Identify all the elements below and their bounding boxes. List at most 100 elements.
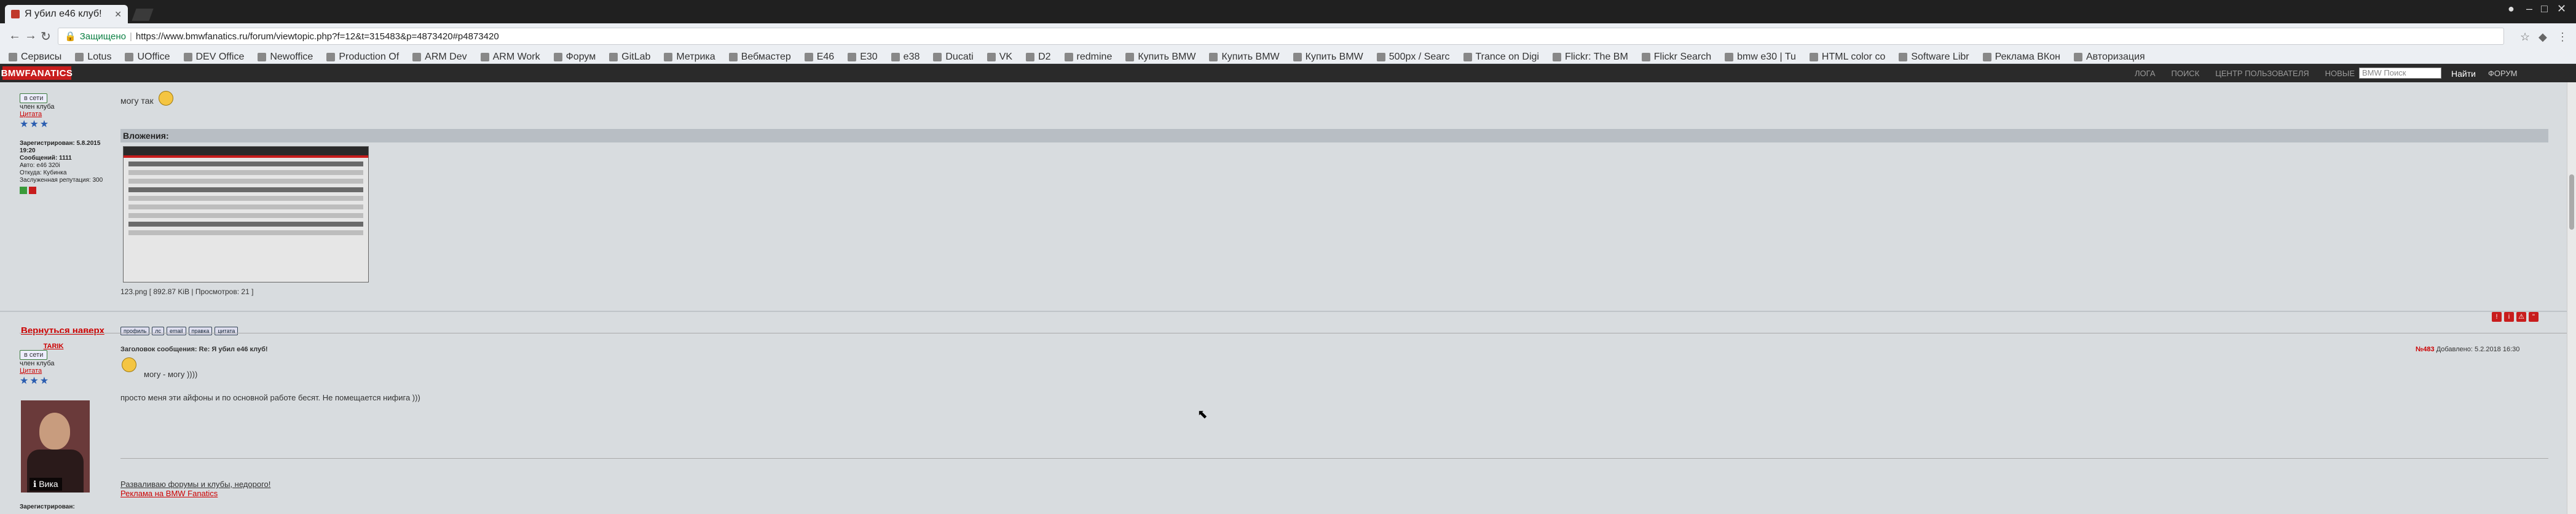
bookmark-label: Newoffice <box>270 51 313 62</box>
forward-icon[interactable]: → <box>25 29 37 43</box>
bookmark-item[interactable]: Купить BMW <box>1125 52 1195 63</box>
site-search-input[interactable]: BMW Поиск <box>2359 68 2441 79</box>
site-search-button[interactable]: Найти <box>2451 69 2476 79</box>
bookmark-item[interactable]: Ducati <box>933 52 974 63</box>
post-action-button[interactable]: правка <box>188 327 213 335</box>
post-action-button[interactable]: email <box>167 327 186 335</box>
user-avatar[interactable]: ℹ Вика <box>21 400 90 493</box>
bookmark-item[interactable]: bmw e30 | Tu <box>1725 52 1796 63</box>
site-nav-link[interactable]: ЛОГА <box>2135 69 2155 78</box>
bookmark-item[interactable]: 500px / Searc <box>1376 51 1450 63</box>
bookmark-icon <box>125 52 134 61</box>
bookmark-item[interactable]: E46 <box>804 52 834 63</box>
online-button[interactable]: в сети <box>20 350 48 360</box>
bookmark-item[interactable]: Flickr Search <box>1641 52 1711 63</box>
smile-icon <box>159 91 173 106</box>
author-name[interactable]: TARIK <box>20 343 87 350</box>
bookmark-icon <box>9 52 17 61</box>
bookmark-label: Купить BMW <box>1138 51 1196 62</box>
site-nav-links: ЛОГА ПОИСК ЦЕНТР ПОЛЬЗОВАТЕЛЯ НОВЫЕ <box>2135 69 2355 78</box>
forum-link[interactable]: ФОРУМ <box>2488 69 2517 78</box>
post1-author-column: в сети член клуба Цитата ★★★ Зарегистрир… <box>20 93 112 196</box>
post-action-button[interactable]: лс <box>152 327 165 335</box>
bookmark-item[interactable]: Реклама ВКон <box>1982 52 2060 63</box>
reload-icon[interactable]: ↻ <box>41 29 51 44</box>
bookmark-label: Production Of <box>339 51 400 62</box>
bookmark-item[interactable]: Software Libr <box>1899 52 1969 63</box>
star-icon[interactable]: ☆ <box>2520 31 2530 44</box>
bookmark-item[interactable]: Production Of <box>326 52 399 63</box>
browser-tab[interactable]: Я убил е46 клуб! ✕ <box>5 5 128 23</box>
post-action-button[interactable]: цитата <box>215 327 238 335</box>
post1-tools: ! i ⚠ " <box>2492 312 2539 322</box>
page-scrollbar[interactable] <box>2567 82 2576 514</box>
bookmark-item[interactable]: Вебмастер <box>728 52 791 63</box>
tab-strip: Я убил е46 клуб! ✕ ● – □ ✕ <box>0 0 2576 23</box>
bookmark-item[interactable]: HTML color co <box>1809 52 1885 63</box>
extension-icon[interactable]: ◆ <box>2539 31 2547 44</box>
info-icon: ℹ <box>33 479 39 489</box>
bookmark-item[interactable]: Lotus <box>75 52 111 63</box>
bookmark-icon <box>933 52 942 61</box>
site-nav-link[interactable]: НОВЫЕ <box>2325 69 2355 78</box>
scrollbar-thumb[interactable] <box>2569 174 2574 230</box>
bookmark-item[interactable]: Купить BMW <box>1209 52 1280 63</box>
new-tab-button[interactable] <box>132 9 154 21</box>
bookmark-item[interactable]: VK <box>987 52 1012 63</box>
bookmark-icon <box>1982 52 1991 61</box>
bookmark-item[interactable]: D2 <box>1026 52 1051 63</box>
online-button[interactable]: в сети <box>20 93 48 103</box>
warn-icon[interactable]: ⚠ <box>2516 312 2526 322</box>
mouse-cursor-icon: ⬉ <box>1197 408 1208 421</box>
bookmark-label: 500px / Searc <box>1388 51 1450 62</box>
info-icon[interactable]: i <box>2504 312 2514 322</box>
menu-icon[interactable]: ⋮ <box>2557 31 2568 44</box>
post-action-button[interactable]: профиль <box>120 327 150 335</box>
bookmark-item[interactable]: DEV Office <box>183 52 244 63</box>
site-logo[interactable]: BMWFANATICS <box>1 66 73 80</box>
bookmark-label: e38 <box>903 51 920 62</box>
signature-line1[interactable]: Разваливаю форумы и клубы, недорого! <box>120 480 270 489</box>
post-number-link[interactable]: №483 <box>2416 346 2435 353</box>
bookmark-label: Software Libr <box>1911 51 1969 62</box>
bookmark-item[interactable]: e38 <box>891 52 920 63</box>
address-bar[interactable]: 🔒 Защищено | https://www.bmwfanatics.ru/… <box>58 28 2504 45</box>
bookmark-item[interactable]: Купить BMW <box>1293 52 1363 63</box>
quote-link[interactable]: Цитата <box>20 367 42 375</box>
bookmark-item[interactable]: ARM Work <box>480 52 540 63</box>
bookmark-item[interactable]: Форум <box>553 52 596 63</box>
minimize-icon[interactable]: – <box>2526 2 2532 15</box>
bookmark-item[interactable]: ARM Dev <box>412 52 467 63</box>
back-icon[interactable]: ← <box>9 29 21 43</box>
minus-rep-icon[interactable] <box>29 187 37 194</box>
plus-rep-icon[interactable] <box>20 187 27 194</box>
close-window-icon[interactable]: ✕ <box>2557 2 2566 15</box>
report-icon[interactable]: ! <box>2492 312 2502 322</box>
close-tab-icon[interactable]: ✕ <box>114 9 122 20</box>
bookmark-item[interactable]: Сервисы <box>9 52 61 63</box>
bookmark-item[interactable]: Метрика <box>664 52 715 63</box>
bookmark-icon <box>987 52 996 61</box>
bookmark-item[interactable]: E30 <box>848 52 878 63</box>
quote-link[interactable]: Цитата <box>20 111 42 118</box>
bookmark-item[interactable]: Авторизация <box>2073 52 2145 63</box>
back-to-top-link[interactable]: Вернуться наверх <box>21 325 104 336</box>
rank-stars-icon: ★★★ <box>20 376 50 386</box>
bookmark-icon <box>1125 52 1135 61</box>
bookmark-item[interactable]: Newoffice <box>258 52 313 63</box>
maximize-icon[interactable]: □ <box>2541 2 2548 15</box>
tab-title: Я убил е46 клуб! <box>25 9 102 19</box>
site-nav-link[interactable]: ЦЕНТР ПОЛЬЗОВАТЕЛЯ <box>2215 69 2309 78</box>
bookmark-item[interactable]: redmine <box>1064 52 1112 63</box>
signature-line2[interactable]: Реклама на BMW Fanatics <box>120 489 218 498</box>
bookmark-item[interactable]: Trance on Digi <box>1463 52 1539 63</box>
bookmark-item[interactable]: GitLab <box>609 52 650 63</box>
bookmark-icon <box>553 52 562 61</box>
attachment-thumbnail[interactable] <box>123 146 369 282</box>
bookmark-item[interactable]: Flickr: The BM <box>1552 52 1628 63</box>
site-nav-link[interactable]: ПОИСК <box>2172 69 2200 78</box>
profile-icon[interactable]: ● <box>2508 2 2515 15</box>
quote-icon[interactable]: " <box>2529 312 2539 322</box>
bookmark-item[interactable]: UOffice <box>125 52 170 63</box>
bookmark-icon <box>609 52 618 61</box>
